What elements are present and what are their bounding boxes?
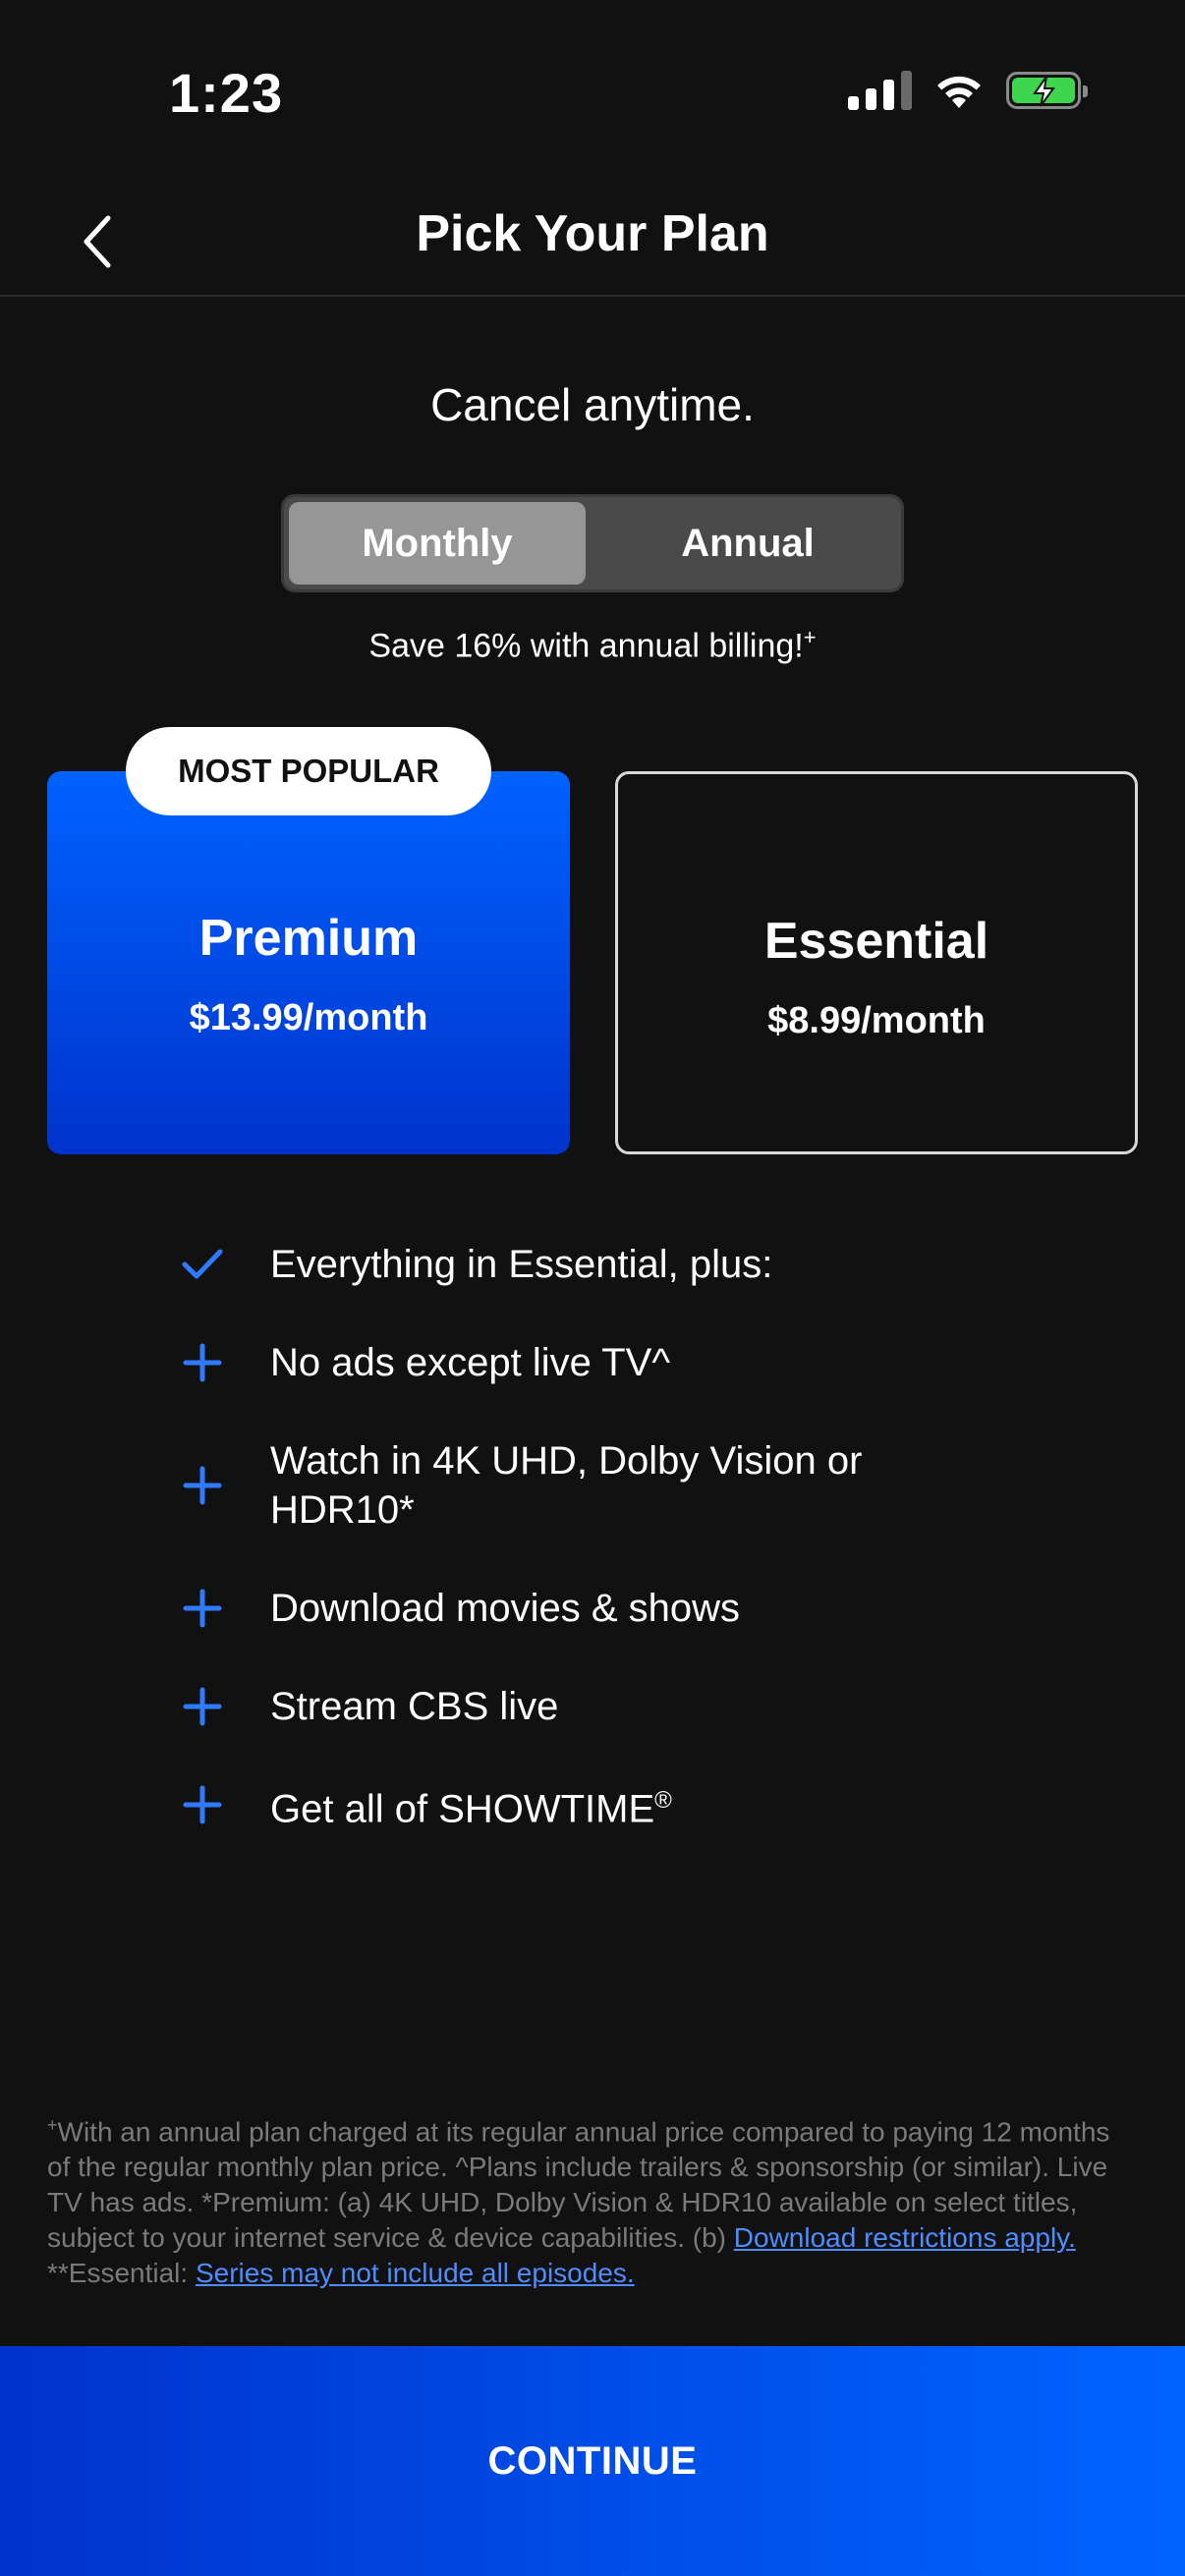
page-title: Pick Your Plan <box>416 205 769 262</box>
download-restrictions-link[interactable]: Download restrictions apply. <box>734 2222 1076 2253</box>
plus-icon <box>177 1681 228 1732</box>
savings-footnote-mark: + <box>803 625 817 649</box>
billing-period-toggle: Monthly Annual <box>281 494 904 592</box>
plus-icon <box>177 1779 228 1830</box>
feature-text: No ads except live TV^ <box>270 1341 671 1384</box>
feature-item: Download movies & shows <box>177 1584 963 1633</box>
check-icon <box>177 1239 228 1290</box>
feature-text: Get all of SHOWTIME® <box>270 1776 672 1833</box>
feature-text-label: Get all of SHOWTIME <box>270 1787 655 1831</box>
plus-icon <box>177 1337 228 1388</box>
plus-icon <box>177 1583 228 1634</box>
plan-name: Premium <box>198 910 419 967</box>
feature-text-line-2: HDR10* <box>270 1488 415 1532</box>
series-episodes-link[interactable]: Series may not include all episodes. <box>196 2258 635 2288</box>
registered-mark: ® <box>654 1786 672 1814</box>
status-time: 1:23 <box>169 62 284 124</box>
header: Pick Your Plan <box>0 187 1185 297</box>
plan-card-essential[interactable]: Essential $8.99/month <box>615 771 1138 1154</box>
cellular-signal-icon <box>848 71 912 110</box>
feature-text: Download movies & shows <box>270 1587 740 1630</box>
plan-price: $13.99/month <box>189 997 428 1038</box>
feature-text: Watch in 4K UHD, Dolby Vision or HDR10* <box>270 1436 862 1535</box>
cancel-anytime-text: Cancel anytime. <box>430 379 755 430</box>
feature-item: Stream CBS live <box>177 1682 963 1731</box>
feature-list: Everything in Essential, plus: No ads ex… <box>177 1240 963 1830</box>
footnote-essential-text: **Essential: <box>47 2258 196 2289</box>
continue-button[interactable]: CONTINUE <box>0 2346 1185 2576</box>
feature-text: Stream CBS live <box>270 1685 559 1728</box>
feature-item: Everything in Essential, plus: <box>177 1240 963 1289</box>
status-bar: 1:23 <box>0 0 1185 187</box>
feature-item: No ads except live TV^ <box>177 1338 963 1387</box>
wifi-icon <box>937 76 981 108</box>
legal-footnote: +With an annual plan charged at its regu… <box>47 2107 1138 2291</box>
status-icons <box>848 71 1088 110</box>
feature-text-line-1: Watch in 4K UHD, Dolby Vision or <box>270 1439 863 1483</box>
plan-picker-screen: 1:23 Pick Your Plan Cancel anytime. Mont… <box>0 0 1185 2576</box>
feature-text: Everything in Essential, plus: <box>270 1243 773 1286</box>
charging-bolt-icon <box>1033 76 1055 107</box>
plus-icon <box>177 1460 228 1511</box>
plan-price: $8.99/month <box>767 1000 986 1041</box>
feature-item: Watch in 4K UHD, Dolby Vision or HDR10* <box>177 1436 963 1535</box>
footnote-mark: + <box>47 2115 58 2135</box>
plan-name: Essential <box>763 913 989 970</box>
savings-text: Save 16% with annual billing!+ <box>0 625 1185 665</box>
monthly-option[interactable]: Monthly <box>289 502 586 585</box>
most-popular-badge: MOST POPULAR <box>126 727 491 815</box>
battery-icon <box>1006 72 1088 109</box>
savings-text-label: Save 16% with annual billing! <box>368 627 804 665</box>
annual-option[interactable]: Annual <box>599 502 896 585</box>
plan-card-premium[interactable]: Premium $13.99/month <box>47 771 570 1154</box>
feature-item: Get all of SHOWTIME® <box>177 1779 963 1830</box>
